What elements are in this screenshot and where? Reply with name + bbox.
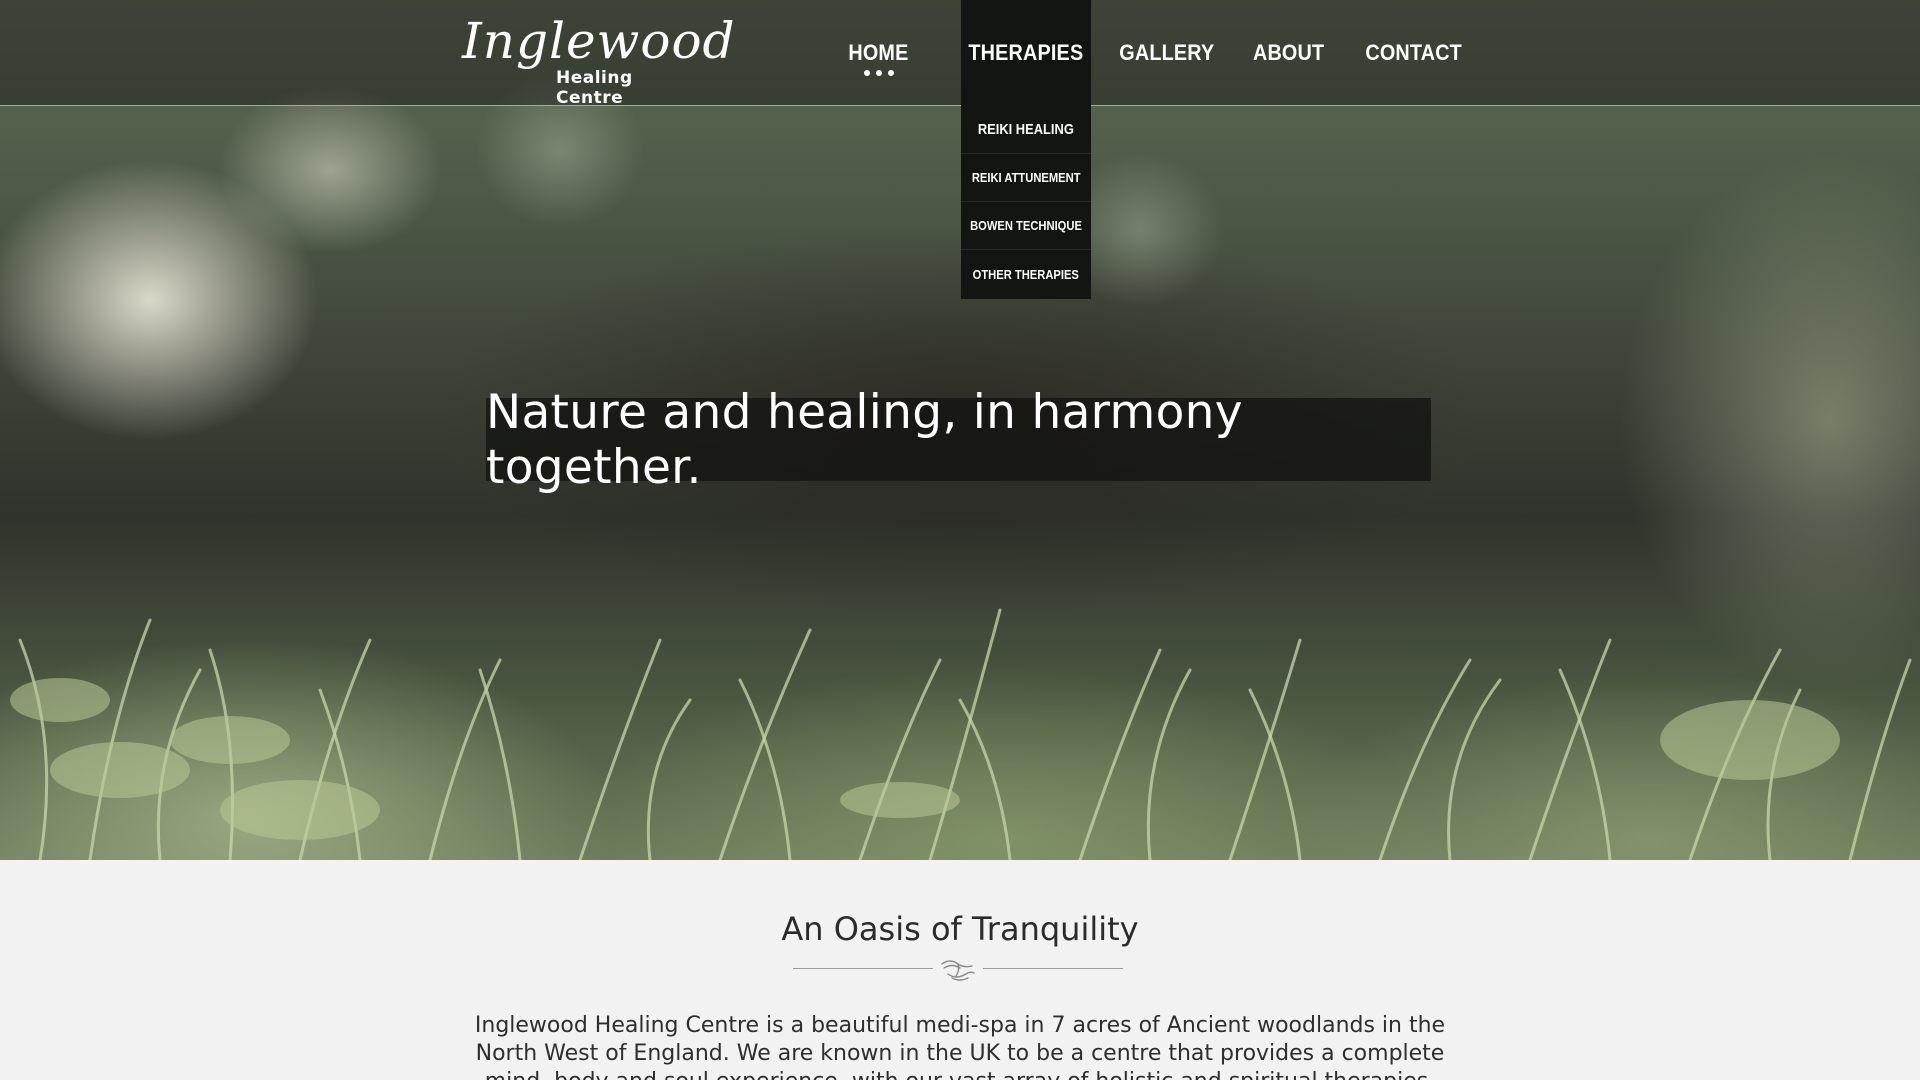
section-title: An Oasis of Tranquility <box>781 910 1139 948</box>
divider-line-left <box>793 968 933 969</box>
indicator-dot <box>887 70 894 76</box>
nav-gallery[interactable]: GALLERY <box>1119 0 1215 106</box>
site-header: Inglewood Healing Centre HOME THERAPIES … <box>0 0 1920 108</box>
nav-home[interactable]: HOME <box>836 0 921 106</box>
active-indicator-dots <box>863 70 894 76</box>
indicator-dot <box>875 70 882 76</box>
menu-item-label: REIKI HEALING <box>977 121 1075 138</box>
menu-item-other-therapies[interactable]: OTHER THERAPIES <box>961 250 1091 299</box>
nav-therapies[interactable]: THERAPIES <box>961 0 1091 106</box>
intro-paragraph: Inglewood Healing Centre is a beautiful … <box>474 1013 1446 1080</box>
menu-item-bowen-technique[interactable]: BOWEN TECHNIQUE <box>961 202 1091 250</box>
hero-tagline: Nature and healing, in harmony together. <box>486 385 1431 495</box>
hero-banner: Nature and healing, in harmony together. <box>0 0 1920 860</box>
grass-illustration <box>10 608 1912 860</box>
logo-sub-text: Healing Centre <box>556 68 633 108</box>
nav-home-label: HOME <box>848 40 909 65</box>
menu-item-label: REIKI ATTUNEMENT <box>971 170 1081 185</box>
site-logo[interactable]: Inglewood Healing Centre <box>462 12 736 108</box>
nav-contact-label: CONTACT <box>1365 40 1463 65</box>
indicator-dot <box>863 70 870 76</box>
nav-contact[interactable]: CONTACT <box>1364 0 1464 106</box>
menu-item-label: BOWEN TECHNIQUE <box>970 218 1082 233</box>
menu-item-reiki-healing[interactable]: REIKI HEALING <box>961 106 1091 154</box>
hands-ornament-icon <box>941 960 975 981</box>
menu-item-reiki-attunement[interactable]: REIKI ATTUNEMENT <box>961 154 1091 202</box>
nav-therapies-label: THERAPIES <box>968 40 1084 65</box>
logo-main-text: Inglewood <box>462 12 736 70</box>
therapies-dropdown: REIKI HEALING REIKI ATTUNEMENT BOWEN TEC… <box>961 106 1091 299</box>
menu-item-label: OTHER THERAPIES <box>972 267 1080 282</box>
divider-line-right <box>983 968 1123 969</box>
nav-about[interactable]: ABOUT <box>1248 0 1330 106</box>
nav-gallery-label: GALLERY <box>1119 40 1215 65</box>
section-divider <box>793 954 1123 984</box>
intro-section: An Oasis of Tranquility Inglewood Healin… <box>0 860 1920 1080</box>
nav-about-label: ABOUT <box>1253 40 1325 65</box>
